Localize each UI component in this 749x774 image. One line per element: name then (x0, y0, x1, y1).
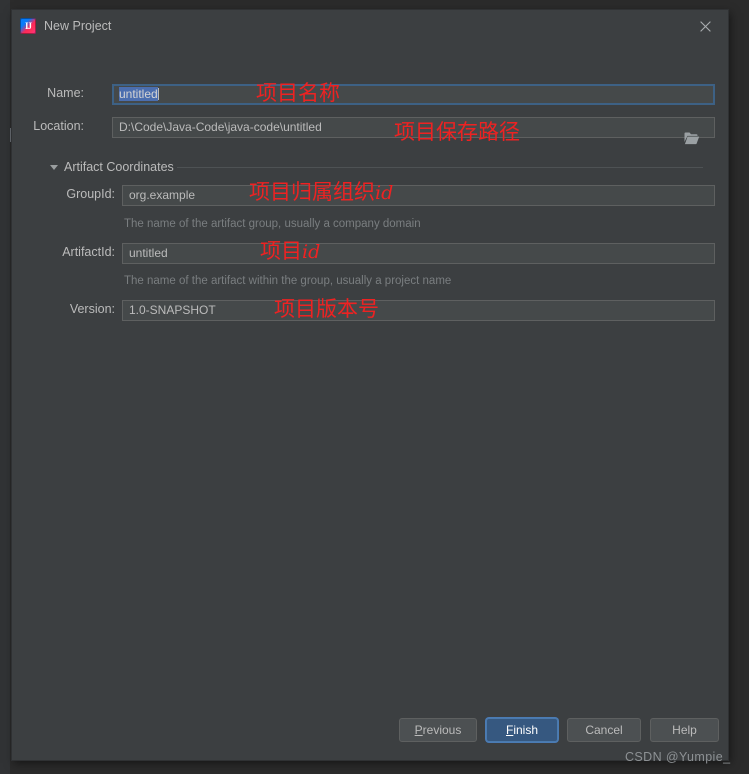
folder-icon[interactable] (678, 128, 706, 149)
artifactid-hint: The name of the artifact within the grou… (124, 275, 452, 287)
artifactid-label: ArtifactId: (62, 245, 115, 259)
groupid-input-value: org.example (129, 188, 196, 202)
groupid-input[interactable]: org.example (122, 185, 715, 206)
new-project-dialog: New Project Name: untitled Location: D:\… (12, 10, 728, 760)
dialog-title: New Project (44, 19, 112, 33)
location-input-value: D:\Code\Java-Code\java-code\untitled (119, 120, 322, 134)
dialog-title-bar: New Project (12, 10, 728, 42)
version-input-value: 1.0-SNAPSHOT (129, 303, 216, 317)
chevron-down-icon (50, 164, 58, 170)
finish-button[interactable]: Finish (486, 718, 558, 742)
name-input-value: untitled (119, 87, 158, 101)
location-input[interactable]: D:\Code\Java-Code\java-code\untitled (112, 117, 715, 138)
section-divider (177, 167, 703, 168)
name-input[interactable]: untitled (112, 84, 715, 105)
artifactid-input-value: untitled (129, 246, 168, 260)
intellij-idea-icon (20, 18, 36, 34)
previous-button[interactable]: Previous (399, 718, 477, 742)
close-icon[interactable] (684, 10, 728, 41)
cancel-button[interactable]: Cancel (567, 718, 641, 742)
project-form: Name: untitled Location: D:\Code\Java-Co… (12, 42, 728, 702)
groupid-label: GroupId: (66, 187, 115, 201)
groupid-hint: The name of the artifact group, usually … (124, 218, 421, 230)
location-label: Location: (33, 119, 84, 133)
version-label: Version: (69, 302, 115, 316)
help-button[interactable]: Help (650, 718, 719, 742)
text-caret (157, 88, 159, 100)
artifact-coordinates-section-header[interactable]: Artifact Coordinates (50, 160, 174, 174)
version-input[interactable]: 1.0-SNAPSHOT (122, 300, 715, 321)
dialog-button-bar: Previous Finish Cancel Help (12, 702, 728, 760)
editor-gutter-strip (0, 0, 10, 774)
artifactid-input[interactable]: untitled (122, 243, 715, 264)
name-label: Name: (47, 86, 84, 100)
artifact-coordinates-label: Artifact Coordinates (64, 160, 174, 174)
